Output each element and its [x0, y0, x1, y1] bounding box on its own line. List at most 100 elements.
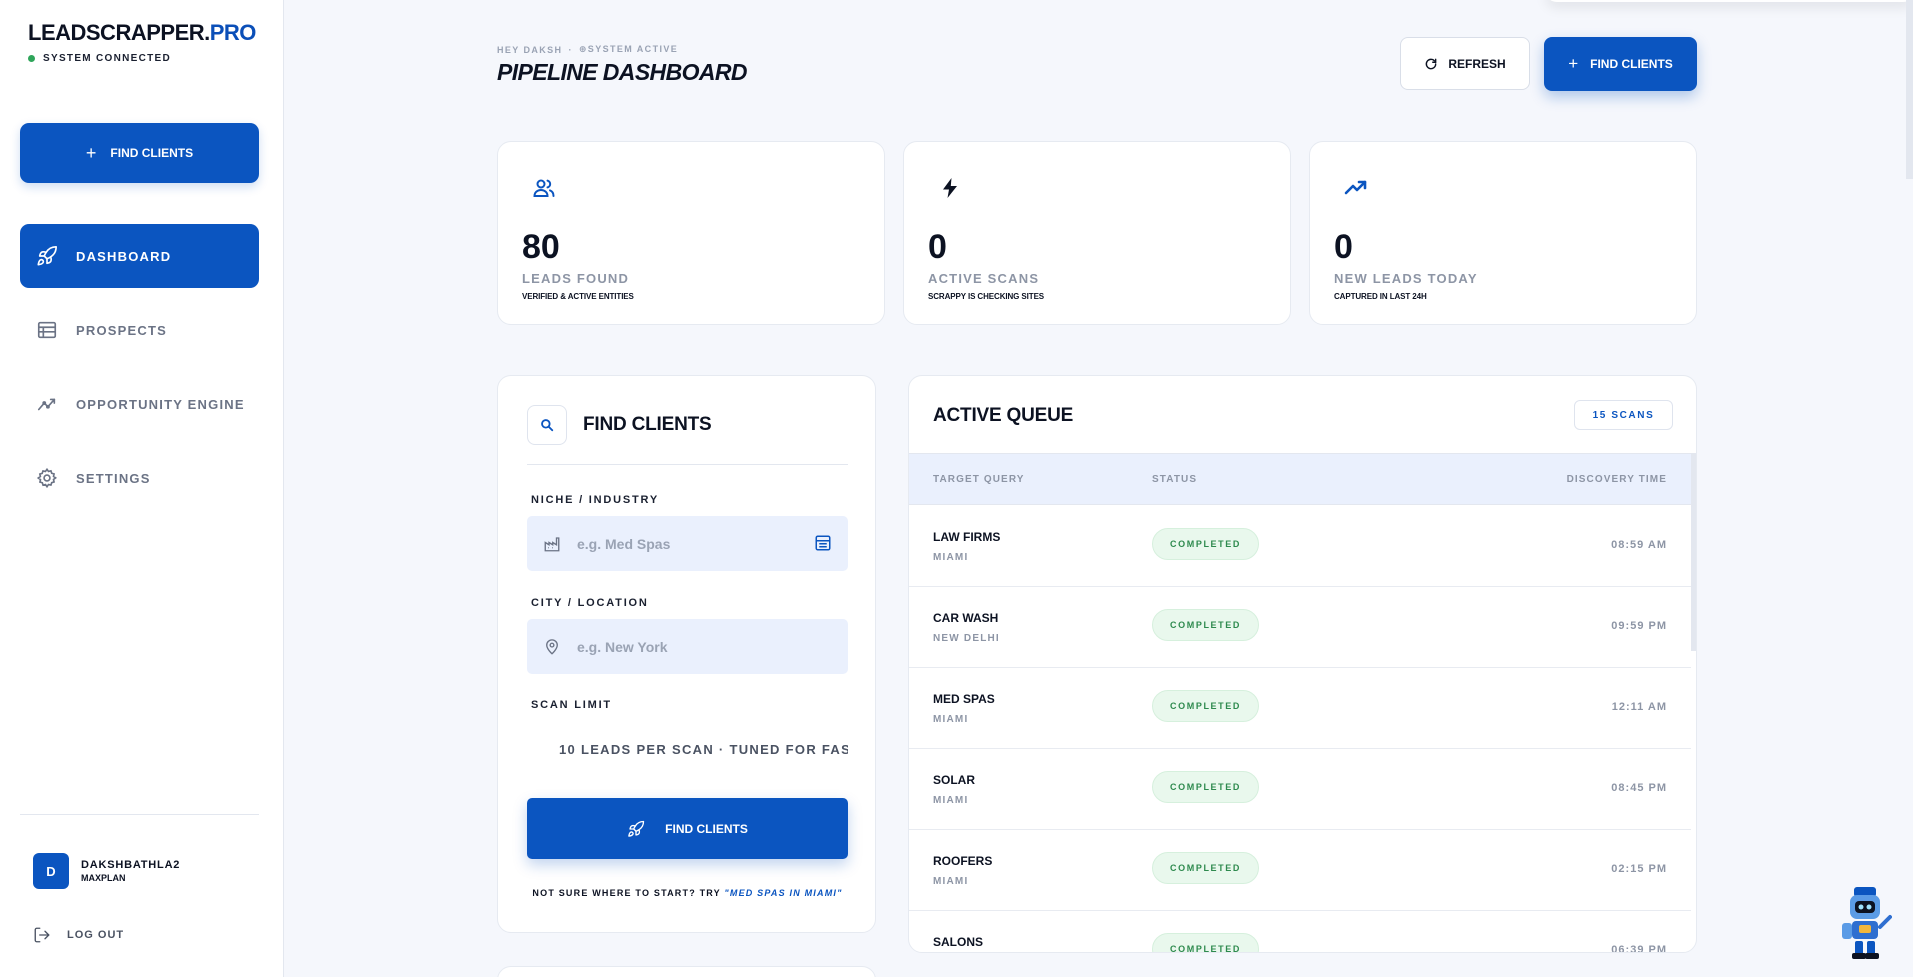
stat-subtext: VERIFIED & ACTIVE ENTITIES — [522, 292, 634, 301]
map-pin-icon — [546, 638, 558, 655]
page-scrollbar[interactable] — [1906, 0, 1913, 179]
find-clients-title: FIND CLIENTS — [583, 414, 712, 435]
find-clients-button[interactable]: + FIND CLIENTS — [1544, 37, 1697, 91]
greeting-separator: · — [568, 44, 573, 55]
sidebar-find-clients-label: FIND CLIENTS — [110, 146, 194, 160]
row-query: MED SPAS — [933, 692, 995, 706]
search-hint: NOT SURE WHERE TO START? TRY "MED SPAS I… — [498, 888, 877, 898]
trending-up-icon — [1344, 180, 1367, 195]
status-badge: COMPLETED — [1152, 528, 1259, 560]
stat-label: ACTIVE SCANS — [928, 271, 1040, 286]
search-icon-box — [527, 405, 567, 445]
logout-icon — [34, 927, 50, 943]
sidebar-item-opportunity-engine[interactable]: OPPORTUNITY ENGINE — [20, 372, 259, 436]
sidebar: LEADSCRAPPER.PRO SYSTEM CONNECTED + FIND… — [0, 0, 284, 977]
connection-status: SYSTEM CONNECTED — [28, 53, 171, 64]
list-picker-icon[interactable] — [814, 534, 832, 552]
avatar: D — [33, 853, 69, 889]
column-header-target: TARGET QUERY — [933, 474, 1025, 485]
row-query: SOLAR — [933, 773, 975, 787]
gear-icon — [36, 467, 58, 489]
niche-label: NICHE / INDUSTRY — [531, 494, 660, 506]
table-row[interactable]: MED SPAS MIAMI COMPLETED 12:11 AM — [909, 668, 1691, 749]
niche-placeholder: e.g. Med Spas — [577, 535, 671, 552]
sidebar-item-label: OPPORTUNITY ENGINE — [76, 396, 245, 412]
city-input[interactable]: e.g. New York — [527, 619, 848, 674]
hint-example-link[interactable]: "MED SPAS IN MIAMI" — [724, 888, 842, 898]
row-city: MIAMI — [933, 795, 969, 806]
plus-icon: + — [85, 142, 97, 163]
scan-limit-select[interactable]: 10 LEADS PER SCAN · TUNED FOR FAS — [527, 729, 848, 769]
sidebar-item-label: DASHBOARD — [76, 248, 172, 264]
find-clients-card: FIND CLIENTS NICHE / INDUSTRY e.g. Med S… — [497, 375, 876, 933]
scan-limit-value: 10 LEADS PER SCAN · TUNED FOR FAS — [559, 741, 848, 757]
find-clients-submit-button[interactable]: FIND CLIENTS — [527, 798, 848, 859]
status-badge: COMPLETED — [1152, 933, 1259, 952]
sidebar-item-label: SETTINGS — [76, 470, 151, 486]
logout-label: LOG OUT — [67, 929, 125, 941]
stat-subtext: SCRAPPY IS CHECKING SITES — [928, 292, 1045, 301]
search-icon — [541, 419, 554, 432]
rocket-icon — [628, 820, 645, 837]
queue-table-header: TARGET QUERY STATUS DISCOVERY TIME — [909, 453, 1691, 505]
sidebar-divider — [20, 814, 259, 815]
logo-text: LEADSCRAPPER. — [28, 20, 210, 45]
table-row[interactable]: CAR WASH NEW DELHI COMPLETED 09:59 PM — [909, 587, 1691, 668]
row-time: 09:59 PM — [1611, 620, 1667, 632]
user-profile[interactable]: D DAKSHBATHLA2 MAXPLAN — [33, 853, 180, 889]
refresh-icon — [1426, 58, 1437, 69]
stat-label: NEW LEADS TODAY — [1334, 271, 1478, 286]
column-header-status: STATUS — [1152, 474, 1198, 485]
row-query: ROOFERS — [933, 854, 993, 868]
top-overlay-edge — [1545, 0, 1913, 2]
stat-value: 0 — [928, 228, 947, 266]
table-row[interactable]: SALONS COMPLETED 06:39 PM — [909, 911, 1691, 953]
table-row[interactable]: ROOFERS MIAMI COMPLETED 02:15 PM — [909, 830, 1691, 911]
table-icon — [37, 321, 57, 339]
greeting-line: HEY DAKSH · ⊕SYSTEM ACTIVE — [497, 44, 678, 55]
sidebar-item-dashboard[interactable]: DASHBOARD — [20, 224, 259, 288]
status-dot-icon — [28, 55, 35, 62]
find-clients-submit-label: FIND CLIENTS — [665, 821, 748, 836]
row-time: 12:11 AM — [1611, 701, 1667, 713]
sidebar-item-settings[interactable]: SETTINGS — [20, 446, 259, 510]
row-city: MIAMI — [933, 876, 969, 887]
sidebar-item-label: PROSPECTS — [76, 322, 167, 338]
factory-icon — [544, 536, 560, 551]
stat-card-new-leads-today: 0 NEW LEADS TODAY CAPTURED IN LAST 24H — [1309, 141, 1697, 325]
status-badge: COMPLETED — [1152, 690, 1259, 722]
row-city: MIAMI — [933, 714, 969, 725]
table-row[interactable]: LAW FIRMS MIAMI COMPLETED 08:59 AM — [909, 506, 1691, 587]
logout-button[interactable]: LOG OUT — [33, 926, 124, 944]
robot-mascot-icon[interactable] — [1840, 885, 1892, 963]
table-row[interactable]: SOLAR MIAMI COMPLETED 08:45 PM — [909, 749, 1691, 830]
refresh-button[interactable]: REFRESH — [1400, 37, 1530, 90]
row-city: NEW DELHI — [933, 633, 1000, 644]
row-query: CAR WASH — [933, 611, 999, 625]
rocket-icon — [37, 246, 57, 266]
queue-scrollbar[interactable] — [1691, 453, 1696, 651]
users-icon — [533, 179, 555, 197]
hint-text: NOT SURE WHERE TO START? TRY — [532, 888, 725, 898]
plus-icon: + — [1568, 54, 1579, 73]
app-logo[interactable]: LEADSCRAPPER.PRO — [28, 20, 256, 46]
niche-input[interactable]: e.g. Med Spas — [527, 516, 848, 571]
status-badge: COMPLETED — [1152, 609, 1259, 641]
stat-card-leads-found: 80 LEADS FOUND VERIFIED & ACTIVE ENTITIE… — [497, 141, 885, 325]
user-plan: MAXPLAN — [81, 873, 126, 883]
row-city: MIAMI — [933, 552, 969, 563]
greeting-text: HEY DAKSH — [497, 44, 563, 55]
row-time: 02:15 PM — [1611, 863, 1667, 875]
system-state-text: ⊕SYSTEM ACTIVE — [578, 44, 679, 54]
row-query: LAW FIRMS — [933, 530, 1001, 544]
row-time: 06:39 PM — [1611, 944, 1667, 953]
stat-subtext: CAPTURED IN LAST 24H — [1334, 292, 1427, 301]
column-header-time: DISCOVERY TIME — [1566, 474, 1667, 485]
stat-value: 0 — [1334, 228, 1353, 266]
refresh-label: REFRESH — [1448, 56, 1506, 71]
bolt-icon — [943, 178, 957, 198]
city-placeholder: e.g. New York — [577, 638, 668, 655]
sidebar-find-clients-button[interactable]: + FIND CLIENTS — [20, 123, 259, 183]
sidebar-item-prospects[interactable]: PROSPECTS — [20, 298, 259, 362]
queue-title: ACTIVE QUEUE — [933, 405, 1074, 426]
